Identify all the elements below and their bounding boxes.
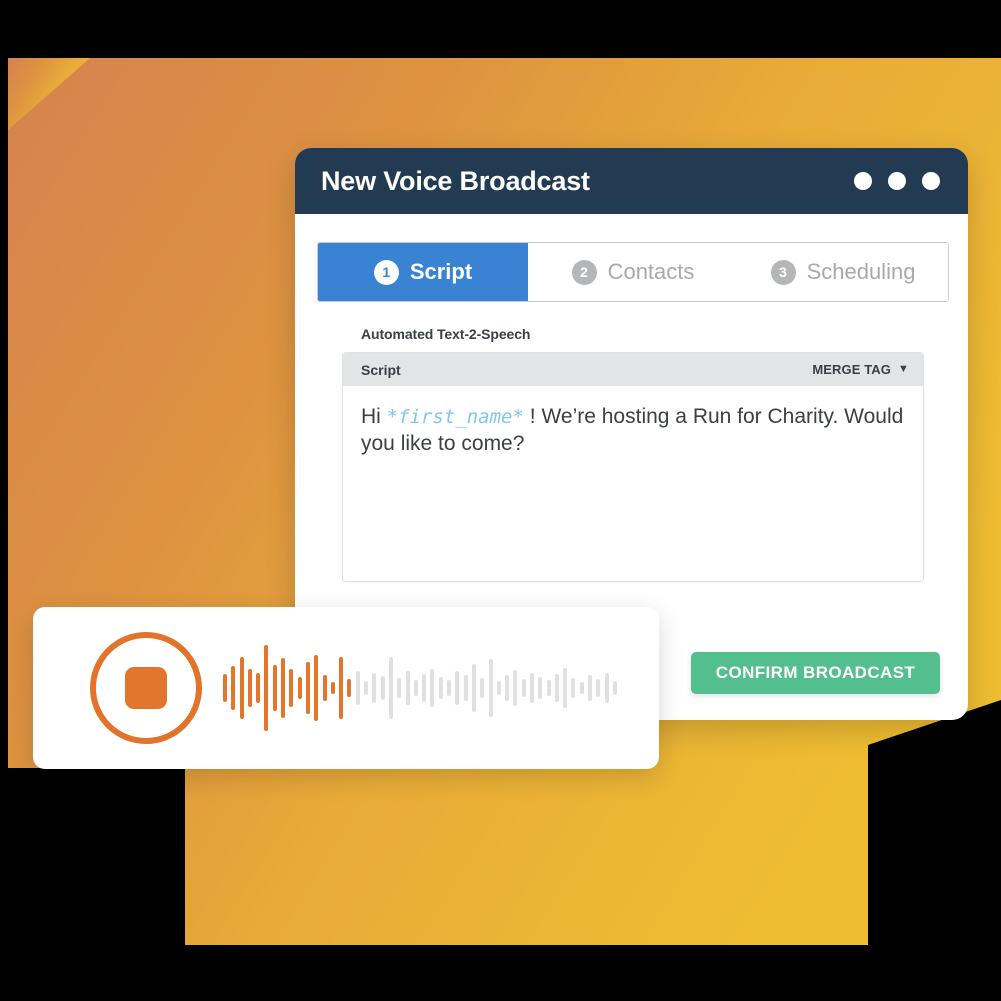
waveform-bar [521, 679, 526, 697]
waveform-bar [272, 665, 277, 711]
waveform-bar [471, 664, 476, 712]
merge-tag-label: MERGE TAG [812, 362, 891, 377]
script-editor-toolbar: Script MERGE TAG ▼ [343, 353, 923, 386]
waveform-bar [596, 679, 601, 697]
waveform-bar [264, 645, 269, 731]
waveform-bar [546, 680, 551, 696]
section-label-automated-tts: Automated Text-2-Speech [361, 326, 531, 342]
modal-titlebar: New Voice Broadcast [295, 148, 968, 214]
tab-scheduling[interactable]: 3 Scheduling [738, 243, 948, 301]
waveform-bar [455, 671, 460, 705]
wizard-step-tabs: 1 Script 2 Contacts 3 Scheduling [317, 242, 949, 302]
waveform-bar [488, 659, 493, 717]
tab-contacts-label: Contacts [607, 259, 695, 284]
waveform-bar [563, 668, 568, 708]
window-dot-1-icon[interactable] [854, 172, 872, 190]
tab-contacts[interactable]: 2 Contacts [528, 243, 738, 301]
stop-square-icon [125, 667, 167, 709]
audio-waveform[interactable] [223, 633, 621, 743]
waveform-bar [281, 658, 286, 718]
tab-scheduling-label: Scheduling [806, 259, 916, 284]
tab-script-label: Script [409, 259, 473, 284]
waveform-bar [372, 673, 377, 703]
waveform-bar [405, 671, 410, 705]
waveform-bar [339, 657, 344, 719]
chevron-down-icon: ▼ [898, 363, 909, 375]
tab-script-number: 1 [373, 259, 399, 285]
waveform-bar [322, 675, 327, 701]
confirm-broadcast-button[interactable]: CONFIRM BROADCAST [691, 652, 940, 694]
waveform-bar [330, 682, 335, 694]
tab-scheduling-number: 3 [770, 259, 796, 285]
waveform-bar [496, 681, 501, 695]
waveform-bar [529, 673, 534, 703]
waveform-bar [422, 674, 427, 702]
waveform-bar [297, 677, 302, 699]
waveform-bar [505, 675, 510, 701]
audio-player-card [33, 607, 659, 769]
tab-contacts-number: 2 [571, 259, 597, 285]
waveform-bar [314, 655, 319, 721]
script-field-label: Script [361, 361, 401, 378]
window-dot-3-icon[interactable] [922, 172, 940, 190]
merge-tag-dropdown[interactable]: MERGE TAG ▼ [812, 362, 909, 377]
waveform-bar [289, 669, 294, 707]
waveform-bar [579, 682, 584, 694]
waveform-bar [554, 674, 559, 702]
tab-script[interactable]: 1 Script [318, 243, 528, 301]
waveform-bar [430, 669, 435, 707]
waveform-bar [588, 675, 593, 701]
waveform-bar [347, 679, 352, 697]
window-controls[interactable] [854, 172, 940, 190]
waveform-bar [355, 671, 360, 705]
waveform-bar [239, 657, 244, 719]
waveform-bar [231, 666, 236, 710]
waveform-bar [463, 675, 468, 701]
waveform-bar [480, 678, 485, 698]
waveform-bar [612, 681, 617, 695]
waveform-bar [380, 676, 385, 700]
screenshot-stage: New Voice Broadcast 1 Script 2 Contacts [0, 0, 1001, 1001]
waveform-bar [397, 678, 402, 698]
waveform-bar [364, 681, 369, 695]
waveform-bar [513, 670, 518, 706]
waveform-bar [247, 669, 252, 707]
waveform-bar [223, 674, 227, 702]
page-title: New Voice Broadcast [321, 165, 590, 196]
waveform-bar [388, 657, 393, 719]
stop-button[interactable] [90, 632, 202, 744]
waveform-bar [256, 673, 261, 703]
window-dot-2-icon[interactable] [888, 172, 906, 190]
script-editor: Script MERGE TAG ▼ Hi *first_name* ! We’… [342, 352, 924, 582]
waveform-bar [538, 677, 543, 699]
waveform-bar [438, 677, 443, 699]
waveform-bar [604, 673, 609, 703]
waveform-bar [305, 662, 310, 714]
waveform-bar [413, 680, 418, 696]
waveform-bar [447, 680, 452, 696]
waveform-bar [571, 678, 576, 698]
script-text-before: Hi [361, 405, 387, 428]
script-textarea[interactable]: Hi *first_name* ! We’re hosting a Run fo… [343, 386, 923, 581]
merge-tag-token: *first_name* [386, 406, 524, 428]
